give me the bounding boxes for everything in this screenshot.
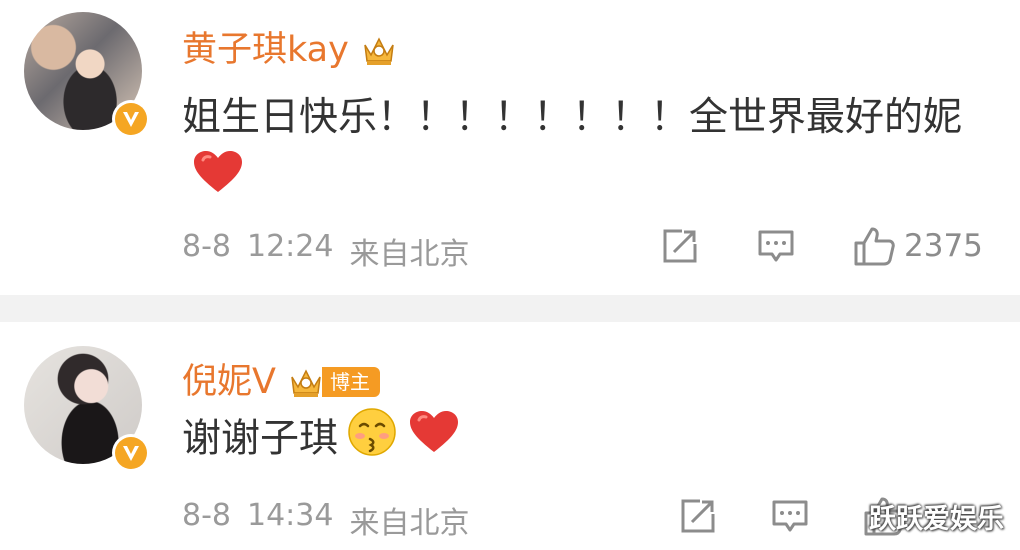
crown-icon bbox=[359, 33, 399, 67]
reply-icon bbox=[758, 230, 794, 262]
watermark: 跃跃爱娱乐 bbox=[869, 504, 1004, 535]
comment-time: 12:24 bbox=[247, 229, 334, 264]
username[interactable]: 黄子琪kay bbox=[182, 30, 349, 70]
comment-text: 谢谢子琪 bbox=[182, 406, 992, 476]
comment-text-content: 姐生日快乐！！！！！！！！全世界最好的妮 bbox=[182, 95, 963, 140]
comment-text-content: 谢谢子琪 bbox=[182, 416, 339, 462]
username-row: 黄子琪kay bbox=[182, 30, 399, 70]
like-count: 2375 bbox=[904, 228, 983, 264]
comment-divider bbox=[0, 295, 1020, 322]
reply-icon bbox=[772, 500, 808, 532]
reply-button[interactable] bbox=[756, 226, 796, 266]
crown-icon bbox=[286, 365, 326, 399]
comment-date: 8-8 bbox=[182, 498, 231, 533]
avatar-wrapper[interactable] bbox=[24, 12, 150, 138]
reply-button[interactable] bbox=[770, 496, 810, 536]
verified-badge-icon bbox=[112, 434, 150, 472]
comment-thread: 黄子琪kay 姐生日快乐！！！！！！！！全世界最好的妮 8-8 12:24 来自… bbox=[0, 0, 1020, 550]
like-button[interactable]: 2375 bbox=[852, 224, 983, 268]
username-row: 倪妮V 博主 bbox=[182, 362, 380, 402]
thumbs-up-icon bbox=[854, 227, 895, 266]
comment-item: 倪妮V 博主 谢谢子琪 8-8 14:34 来自北京 bbox=[0, 322, 1020, 550]
comment-meta: 8-8 14:34 来自北京 bbox=[182, 498, 469, 542]
comment-item: 黄子琪kay 姐生日快乐！！！！！！！！全世界最好的妮 8-8 12:24 来自… bbox=[0, 0, 1020, 295]
comment-meta: 8-8 12:24 来自北京 bbox=[182, 229, 469, 273]
share-icon bbox=[663, 229, 697, 263]
share-button[interactable] bbox=[678, 496, 718, 536]
share-button[interactable] bbox=[660, 226, 700, 266]
comment-location: 来自北京 bbox=[349, 237, 470, 272]
red-heart-icon bbox=[190, 148, 246, 214]
avatar-wrapper[interactable] bbox=[24, 346, 150, 472]
comment-actions: 2375 bbox=[660, 224, 983, 268]
comment-time: 14:34 bbox=[247, 498, 334, 533]
red-heart-icon bbox=[406, 408, 462, 474]
comment-location: 来自北京 bbox=[349, 506, 470, 541]
comment-text: 姐生日快乐！！！！！！！！全世界最好的妮 bbox=[182, 88, 992, 214]
username[interactable]: 倪妮V bbox=[182, 362, 276, 402]
share-icon bbox=[681, 499, 715, 533]
host-tag: 博主 bbox=[321, 367, 380, 397]
verified-badge-icon bbox=[112, 100, 150, 138]
kissing-face-icon bbox=[346, 406, 398, 476]
comment-date: 8-8 bbox=[182, 229, 231, 264]
